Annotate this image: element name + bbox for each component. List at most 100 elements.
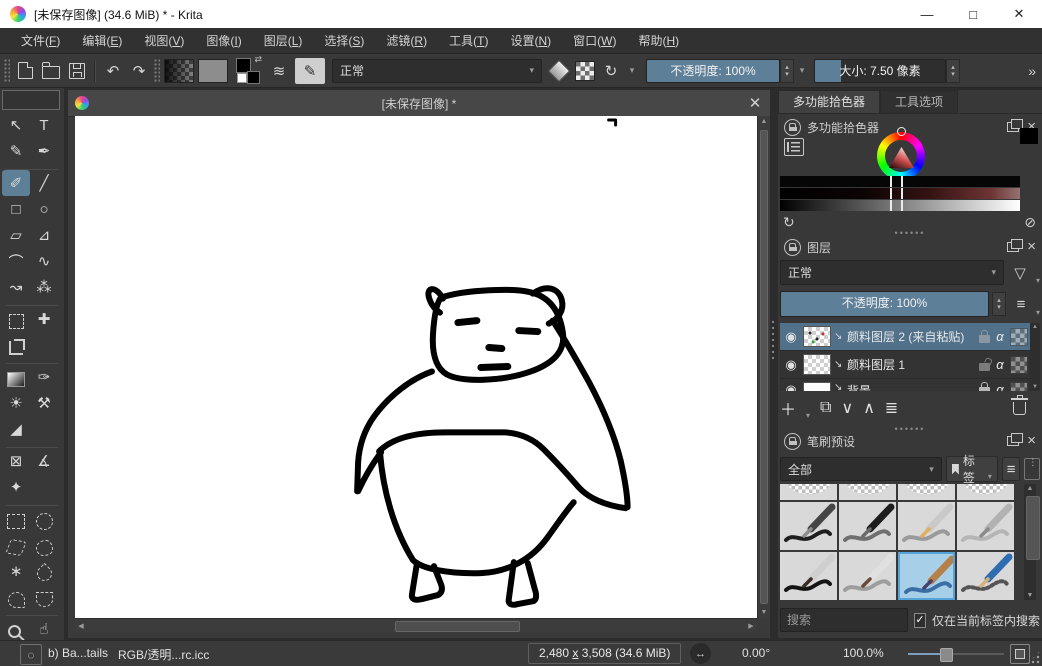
reload-preset-button[interactable]: ↻ bbox=[598, 58, 624, 84]
toolbar-drag-handle[interactable] bbox=[154, 59, 160, 83]
layer-thumbnail[interactable] bbox=[803, 326, 831, 347]
save-button[interactable] bbox=[64, 58, 90, 84]
float-docker-icon[interactable] bbox=[1007, 122, 1019, 132]
layer-thumbnail[interactable] bbox=[803, 382, 831, 391]
brush-grid-scrollbar[interactable]: ▲ ▼ bbox=[1024, 484, 1036, 600]
menu-item-layer[interactable]: 图层(L) bbox=[253, 28, 314, 54]
reload-options-arrow[interactable]: ▾ bbox=[624, 59, 640, 83]
tool-move[interactable]: ✚ bbox=[30, 306, 58, 332]
subwindow-titlebar[interactable]: [未保存图像] * ✕ bbox=[68, 90, 770, 117]
current-brush-name[interactable]: b) Ba...tails bbox=[48, 646, 108, 660]
close-docker-icon[interactable]: × bbox=[1027, 242, 1036, 252]
layer-visibility-icon[interactable]: ◉ bbox=[782, 329, 800, 345]
tool-fill[interactable]: ◢ bbox=[2, 416, 30, 442]
layer-lock-icon[interactable] bbox=[979, 387, 990, 391]
layer-inherit-alpha-icon[interactable] bbox=[1010, 328, 1028, 346]
pattern-chooser-button[interactable] bbox=[198, 59, 228, 83]
scroll-down-icon[interactable]: ▼ bbox=[1030, 384, 1040, 390]
tool-transform[interactable] bbox=[2, 306, 30, 332]
move-layer-down-button[interactable]: ∨ bbox=[841, 398, 853, 418]
zoom-fit-button[interactable] bbox=[1010, 644, 1030, 664]
swap-colors-icon[interactable]: ⇄ bbox=[254, 54, 262, 65]
opacity-spinner[interactable]: ▴▾ bbox=[780, 59, 794, 83]
layer-inherit-alpha-icon[interactable] bbox=[1010, 356, 1028, 374]
spin-down-icon[interactable]: ▾ bbox=[785, 71, 789, 78]
layer-blending-mode-dropdown[interactable]: 正常 ▾ bbox=[780, 260, 1004, 285]
tool-edit-shapes[interactable]: ✎ bbox=[2, 138, 30, 164]
layer-name[interactable]: 背景 bbox=[847, 382, 976, 391]
brush-preset-eraser-partial[interactable] bbox=[898, 484, 955, 500]
tool-assistants[interactable]: ✦ bbox=[2, 474, 30, 500]
canvas-horizontal-scrollbar[interactable]: ◀ ▶ bbox=[75, 618, 757, 632]
add-layer-options-arrow[interactable]: ▾ bbox=[806, 411, 810, 420]
composite-mode-list-button[interactable]: ≋ bbox=[266, 58, 292, 84]
tool-zoom[interactable] bbox=[2, 616, 30, 642]
tab-tool-options[interactable]: 工具选项 bbox=[880, 90, 958, 113]
float-docker-icon[interactable] bbox=[1007, 436, 1019, 446]
close-button[interactable]: ✕ bbox=[996, 0, 1042, 28]
menu-item-file[interactable]: 文件(F) bbox=[10, 28, 71, 54]
tool-multibrush[interactable]: ⁂ bbox=[30, 274, 58, 300]
brush-menu-button[interactable]: ≡ bbox=[1002, 457, 1020, 481]
tool-bezier-select[interactable] bbox=[2, 584, 30, 610]
canvas-vertical-scrollbar[interactable]: ▲ ▼ bbox=[757, 116, 770, 618]
spin-up-icon[interactable]: ▴ bbox=[951, 64, 955, 71]
color-bar-saturation[interactable] bbox=[780, 188, 1020, 199]
layer-alpha-icon[interactable]: α bbox=[993, 329, 1007, 344]
menu-item-select[interactable]: 选择(S) bbox=[313, 28, 375, 54]
canvas[interactable] bbox=[75, 116, 757, 618]
brush-tag-filter-dropdown[interactable]: 全部 ▾ bbox=[780, 457, 942, 481]
new-file-button[interactable] bbox=[12, 58, 38, 84]
layers-header[interactable]: 图层 × bbox=[778, 236, 1042, 258]
preserve-alpha-button[interactable] bbox=[572, 58, 598, 84]
current-color-swatch[interactable] bbox=[1020, 128, 1038, 144]
brush-preset-eraser-partial[interactable] bbox=[839, 484, 896, 500]
scroll-up-icon[interactable]: ▲ bbox=[1024, 485, 1036, 492]
brush-presets-header[interactable]: 笔刷预设 × bbox=[778, 430, 1042, 452]
brush-preset-pencil-blue[interactable] bbox=[957, 552, 1014, 600]
layer-alpha-icon[interactable]: α bbox=[993, 382, 1007, 391]
scroll-left-icon[interactable]: ◀ bbox=[75, 619, 87, 632]
color-history-refresh-icon[interactable]: ↻ bbox=[783, 214, 795, 231]
opacity-options-arrow[interactable]: ▾ bbox=[794, 59, 810, 83]
open-file-button[interactable] bbox=[38, 58, 64, 84]
tool-measure[interactable]: ∡ bbox=[30, 448, 58, 474]
brush-preset-eraser-partial[interactable] bbox=[957, 484, 1014, 500]
layer-row-paint-layer-1[interactable]: ◉ ↘ 颜料图层 1 α bbox=[780, 351, 1030, 379]
add-layer-button[interactable]: ＋ bbox=[780, 396, 796, 420]
tool-ellipse-select[interactable] bbox=[30, 506, 58, 532]
brush-size-slider[interactable]: 大小: 7.50 像素 bbox=[814, 59, 946, 83]
docker-lock-icon[interactable] bbox=[784, 239, 801, 256]
gradient-chooser-button[interactable] bbox=[164, 59, 194, 83]
zoom-slider[interactable] bbox=[908, 653, 1004, 655]
canvas-angle-value[interactable]: 0.00° bbox=[742, 646, 770, 660]
layer-opacity-slider[interactable]: 不透明度: 100% bbox=[780, 291, 989, 317]
color-blocked-icon[interactable]: ⊘ bbox=[1024, 214, 1036, 231]
color-profile-label[interactable]: RGB/透明...rc.icc bbox=[118, 646, 209, 663]
brush-preset-watercolor[interactable] bbox=[898, 552, 955, 600]
tool-ellipse[interactable]: ○ bbox=[30, 196, 58, 222]
eraser-mode-button[interactable] bbox=[546, 58, 572, 84]
scroll-up-icon[interactable]: ▲ bbox=[1030, 324, 1040, 330]
scroll-down-icon[interactable]: ▼ bbox=[1024, 592, 1036, 599]
vertical-scroll-thumb[interactable] bbox=[760, 130, 768, 604]
color-bar-handle[interactable] bbox=[890, 176, 903, 187]
menu-item-filter[interactable]: 滤镜(R) bbox=[375, 28, 438, 54]
zoom-slider-handle[interactable] bbox=[940, 648, 953, 662]
tool-polyline[interactable]: ⊿ bbox=[30, 222, 58, 248]
brush-preset-eraser-partial[interactable] bbox=[780, 484, 837, 500]
tool-pan[interactable]: ☝ bbox=[30, 616, 58, 642]
color-bar-value[interactable] bbox=[780, 176, 1020, 187]
toolbar-overflow-button[interactable]: » bbox=[1028, 63, 1040, 79]
float-docker-icon[interactable] bbox=[1007, 242, 1019, 252]
tool-rectangle[interactable]: □ bbox=[2, 196, 30, 222]
undo-button[interactable]: ↶ bbox=[100, 58, 126, 84]
brush-display-mode-button[interactable] bbox=[1024, 458, 1040, 480]
layer-lock-icon[interactable] bbox=[979, 335, 990, 343]
layer-name[interactable]: 颜料图层 1 bbox=[847, 356, 976, 373]
brush-preset-ink-brush[interactable] bbox=[780, 552, 837, 600]
brush-scroll-thumb[interactable] bbox=[1026, 496, 1040, 560]
layer-visibility-icon[interactable]: ◉ bbox=[782, 382, 800, 391]
chevron-down-icon[interactable]: ▾ bbox=[1036, 308, 1040, 317]
layer-thumbnail[interactable] bbox=[803, 354, 831, 375]
